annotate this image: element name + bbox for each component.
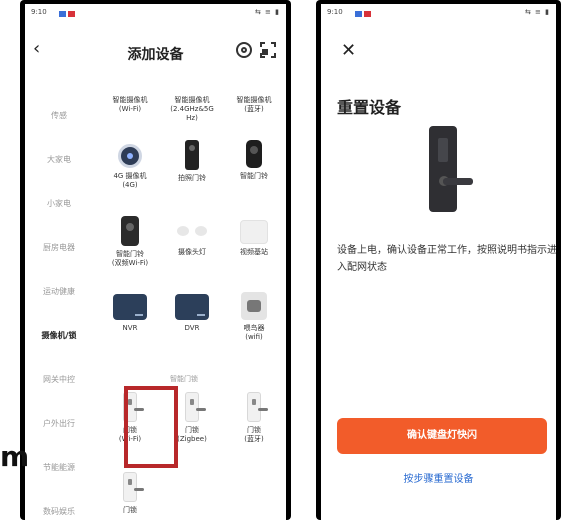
notification-badge-icon (355, 11, 362, 17)
page-title: 重置设备 (337, 98, 402, 117)
device-tile[interactable]: 智能摄像机 (Wi-Fi) (100, 96, 160, 114)
selection-highlight (124, 386, 178, 468)
doorbell-icon (121, 216, 139, 246)
device-tile[interactable]: DVR (162, 294, 222, 333)
device-tile[interactable]: 4G 摄像机 (4G) (100, 144, 160, 190)
device-name: 智能门铃 (双频Wi-Fi) (111, 250, 149, 267)
device-name: 门锁 (123, 506, 137, 514)
sidebar-item-sensor[interactable]: 传感 (25, 110, 93, 121)
base-station-icon (240, 220, 268, 244)
add-device-screen: 9:10 ⇆ ≡ ▮ ‹ 添加设备 传感 大家电 小家电 厨房电器 运动健康 摄… (25, 4, 286, 520)
camera-dome-icon (118, 144, 142, 168)
status-time: 9:10 (327, 8, 343, 16)
step-by-step-reset-link[interactable]: 按步骤重置设备 (321, 470, 556, 485)
device-tile[interactable]: NVR (100, 294, 160, 333)
device-tile[interactable]: 摄像头灯 (162, 222, 222, 257)
device-name: 智能摄像机 (Wi-Fi) (112, 96, 148, 113)
door-lock-icon (247, 392, 268, 422)
sidebar-item-sports-health[interactable]: 运动健康 (25, 286, 93, 297)
device-name: 视频基站 (240, 248, 268, 256)
confirm-indicator-flashing-button[interactable]: 确认键盘灯快闪 (337, 418, 547, 454)
notification-badges (353, 10, 371, 18)
device-name: 喂鸟器 (wifi) (243, 324, 265, 341)
device-tile[interactable]: 喂鸟器 (wifi) (224, 292, 284, 342)
door-lock-icon (123, 472, 144, 502)
notification-badge-icon (59, 11, 66, 17)
device-tile-lock-bluetooth[interactable]: 门锁 (蓝牙) (224, 392, 284, 444)
status-bar: 9:10 ⇆ ≡ ▮ (31, 8, 280, 20)
device-name: 智能门铃 (240, 172, 268, 180)
device-name: DVR (184, 324, 200, 332)
device-name: 智能摄像机 (2.4GHz&5G Hz) (170, 96, 214, 122)
sidebar-item-large-appliance[interactable]: 大家电 (25, 154, 93, 165)
phone-frame-right: 9:10 ⇆ ≡ ▮ ✕ 重置设备 设备上电，确认设备正常工作，按照说明书指示进… (316, 0, 561, 520)
device-name: 摄像头灯 (178, 248, 206, 256)
sidebar-item-outdoor[interactable]: 户外出行 (25, 418, 93, 429)
device-name: 门锁 (蓝牙) (244, 426, 264, 443)
dvr-icon (175, 294, 209, 320)
bird-feeder-icon (241, 292, 267, 320)
device-tile[interactable]: 智能摄像机 (2.4GHz&5G Hz) (162, 96, 222, 123)
notification-badge-icon (68, 11, 75, 17)
device-tile[interactable]: 智能门铃 (224, 140, 284, 181)
overlay-letter: m (0, 440, 30, 473)
device-tile[interactable]: 智能摄像机 (蓝牙) (224, 96, 284, 114)
device-tile[interactable]: 拍照门铃 (162, 140, 222, 183)
auto-discover-icon[interactable] (236, 42, 252, 58)
status-time: 9:10 (31, 8, 47, 16)
device-name: 智能摄像机 (蓝牙) (236, 96, 272, 113)
sidebar-item-entertainment[interactable]: 数码娱乐 (25, 506, 93, 517)
door-lock-icon (185, 392, 206, 422)
doorbell-icon (246, 140, 262, 168)
floodlight-icon (177, 222, 207, 244)
sidebar-item-gateway[interactable]: 网关中控 (25, 374, 93, 385)
scan-icon[interactable] (260, 42, 276, 58)
close-icon[interactable]: ✕ (341, 42, 356, 60)
device-tile[interactable]: 视频基站 (224, 220, 284, 257)
device-tile[interactable]: 智能门铃 (双频Wi-Fi) (100, 216, 160, 268)
sidebar-item-small-appliance[interactable]: 小家电 (25, 198, 93, 209)
reset-device-screen: 9:10 ⇆ ≡ ▮ ✕ 重置设备 设备上电，确认设备正常工作，按照说明书指示进… (321, 4, 556, 520)
reset-instruction-text: 设备上电，确认设备正常工作，按照说明书指示进入配网状态 (337, 245, 556, 273)
status-indicators: ⇆ ≡ ▮ (254, 8, 280, 16)
sidebar-item-energy[interactable]: 节能能源 (25, 462, 93, 473)
device-name: NVR (122, 324, 138, 332)
device-tile-lock[interactable]: 门锁 (100, 472, 160, 515)
device-name: 4G 摄像机 (4G) (113, 172, 147, 189)
nvr-icon (113, 294, 147, 320)
sidebar-item-camera-lock[interactable]: 摄像机/锁 (25, 330, 93, 341)
device-name: 拍照门铃 (178, 174, 206, 182)
status-indicators: ⇆ ≡ ▮ (524, 8, 550, 16)
phone-frame-left: 9:10 ⇆ ≡ ▮ ‹ 添加设备 传感 大家电 小家电 厨房电器 运动健康 摄… (20, 0, 291, 520)
status-bar: 9:10 ⇆ ≡ ▮ (327, 8, 550, 20)
section-label-smart-lock: 智能门锁 (170, 375, 198, 383)
notification-badges (57, 10, 75, 18)
sidebar-item-kitchen[interactable]: 厨房电器 (25, 242, 93, 253)
notification-badge-icon (364, 11, 371, 17)
door-lock-illustration (429, 126, 473, 212)
doorbell-icon (185, 140, 199, 170)
